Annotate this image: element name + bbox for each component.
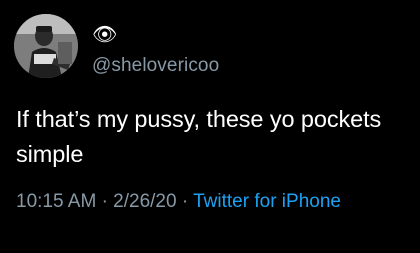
tweet-meta: 10:15 AM · 2/26/20 · Twitter for iPhone bbox=[16, 191, 341, 213]
tweet-date[interactable]: 2/26/20 bbox=[113, 191, 176, 212]
source-link[interactable]: Twitter for iPhone bbox=[193, 191, 341, 212]
eye-icon: 👁 bbox=[92, 24, 118, 46]
display-name[interactable]: 👁 bbox=[92, 22, 117, 48]
tweet-time[interactable]: 10:15 AM bbox=[16, 191, 96, 212]
meta-separator: · bbox=[181, 191, 189, 212]
tweet-card: 👁 @shelovericoo If that’s my pussy, thes… bbox=[0, 0, 420, 253]
tweet-text: If that’s my pussy, these yo pockets sim… bbox=[16, 106, 382, 167]
username-handle[interactable]: @shelovericoo bbox=[92, 55, 219, 77]
avatar[interactable] bbox=[14, 14, 78, 78]
meta-separator: · bbox=[101, 191, 108, 212]
avatar-image bbox=[14, 14, 78, 78]
